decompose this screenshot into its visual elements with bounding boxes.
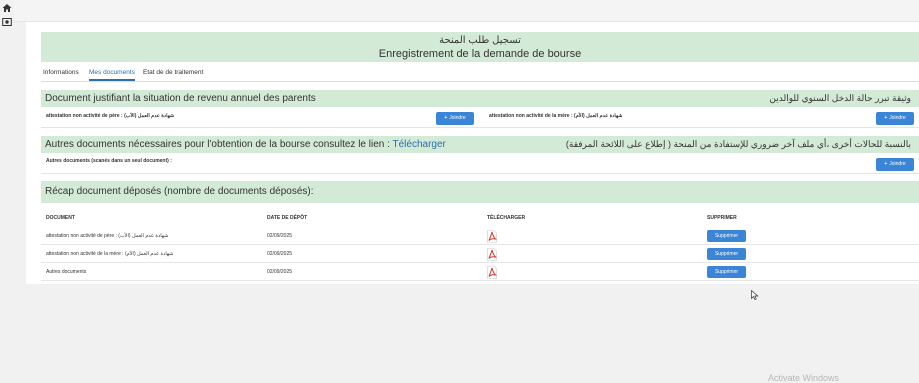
- section-revenue-title-ar: وثيقة تبرر حالة الدخل السنوي للوالدين: [769, 93, 911, 103]
- row-date: 02/09/2025: [267, 269, 293, 275]
- page-header: تسجيل طلب المنحة Enregistrement de la de…: [41, 32, 919, 62]
- plus-icon: +: [884, 161, 888, 167]
- other-docs-title-text: Autres documents nécessaires pour l'obte…: [45, 139, 393, 150]
- pdf-icon[interactable]: [487, 248, 497, 261]
- table-row: Autres documents 02/09/2025 Supprimer: [41, 264, 919, 281]
- header-delete: SUPPRIMER: [707, 215, 737, 221]
- section-revenue-title-fr: Document justifiant la situation de reve…: [45, 93, 316, 104]
- top-strip: [14, 0, 919, 22]
- cursor-icon: [751, 290, 759, 300]
- download-link[interactable]: Télécharger: [393, 139, 446, 150]
- table-header: DOCUMENT DATE DE DÉPÔT TÉLÉCHARGER SUPPR…: [41, 215, 919, 227]
- header-title-fr: Enregistrement de la demande de bourse: [378, 48, 582, 60]
- row-document: attestation non activité de père : شهادة…: [46, 233, 169, 239]
- father-attestation-label: attestation non activité de père : شهادة…: [46, 113, 175, 119]
- plus-icon: +: [444, 115, 448, 121]
- tab-informations[interactable]: Informations: [43, 69, 79, 76]
- section-other-docs-row: Autres documents (scanés dans un seul do…: [41, 154, 919, 174]
- page: تسجيل طلب المنحة Enregistrement de la de…: [14, 0, 919, 383]
- tab-etat-traitement[interactable]: Etat de de traitement: [143, 69, 203, 76]
- join-father-button-label: Joindre: [449, 115, 466, 121]
- row-date: 02/09/2025: [267, 233, 293, 239]
- tab-mes-documents[interactable]: Mes documents: [89, 69, 135, 81]
- left-icon-bar: [0, 0, 14, 383]
- join-other-docs-button-label: Joindre: [889, 161, 906, 167]
- header-download: TÉLÉCHARGER: [487, 215, 526, 221]
- table-row: attestation non activité de la mère : شه…: [41, 246, 919, 263]
- section-revenue-title: Document justifiant la situation de reve…: [41, 90, 919, 107]
- section-recap-title: Récap document déposés (nombre de docume…: [41, 181, 919, 203]
- delete-button[interactable]: Supprimer: [707, 248, 746, 260]
- table-row: attestation non activité de père : شهادة…: [41, 228, 919, 245]
- delete-button[interactable]: Supprimer: [707, 230, 746, 242]
- row-date: 02/09/2025: [267, 251, 293, 257]
- home-icon[interactable]: [2, 3, 12, 13]
- row-document: attestation non activité de la mère : شه…: [46, 251, 174, 257]
- pdf-icon[interactable]: [487, 266, 497, 279]
- activate-windows-watermark: Activate Windows: [768, 373, 840, 383]
- main-card: تسجيل طلب المنحة Enregistrement de la de…: [26, 22, 919, 284]
- header-title-ar: تسجيل طلب المنحة: [439, 35, 521, 46]
- header-document: DOCUMENT: [46, 215, 75, 221]
- mother-attestation-label: attestation non activité de la mère : شه…: [489, 113, 623, 119]
- header-date: DATE DE DÉPÔT: [267, 215, 308, 221]
- plus-icon: +: [884, 115, 888, 121]
- other-docs-label: Autres documents (scanés dans un seul do…: [46, 158, 172, 164]
- delete-button[interactable]: Supprimer: [707, 266, 746, 278]
- section-other-docs-title-ar: بالنسبة للحالات أخرى ،أي ملف آخر ضروري ل…: [565, 139, 911, 149]
- eye-icon[interactable]: [2, 17, 12, 27]
- pdf-icon[interactable]: [487, 230, 497, 243]
- join-father-button[interactable]: + Joindre: [436, 112, 474, 125]
- section-revenue-row: attestation non activité de père : شهادة…: [41, 108, 919, 128]
- row-document: Autres documents: [46, 269, 87, 275]
- section-recap-title-text: Récap document déposés (nombre de docume…: [45, 186, 314, 197]
- section-other-docs-title-fr: Autres documents nécessaires pour l'obte…: [45, 139, 446, 150]
- join-other-docs-button[interactable]: + Joindre: [876, 158, 914, 171]
- section-other-docs-title: Autres documents nécessaires pour l'obte…: [41, 136, 919, 153]
- tabs-bar: Informations Mes documents Etat de de tr…: [41, 68, 919, 82]
- join-mother-button-label: Joindre: [889, 115, 906, 121]
- join-mother-button[interactable]: + Joindre: [876, 112, 914, 125]
